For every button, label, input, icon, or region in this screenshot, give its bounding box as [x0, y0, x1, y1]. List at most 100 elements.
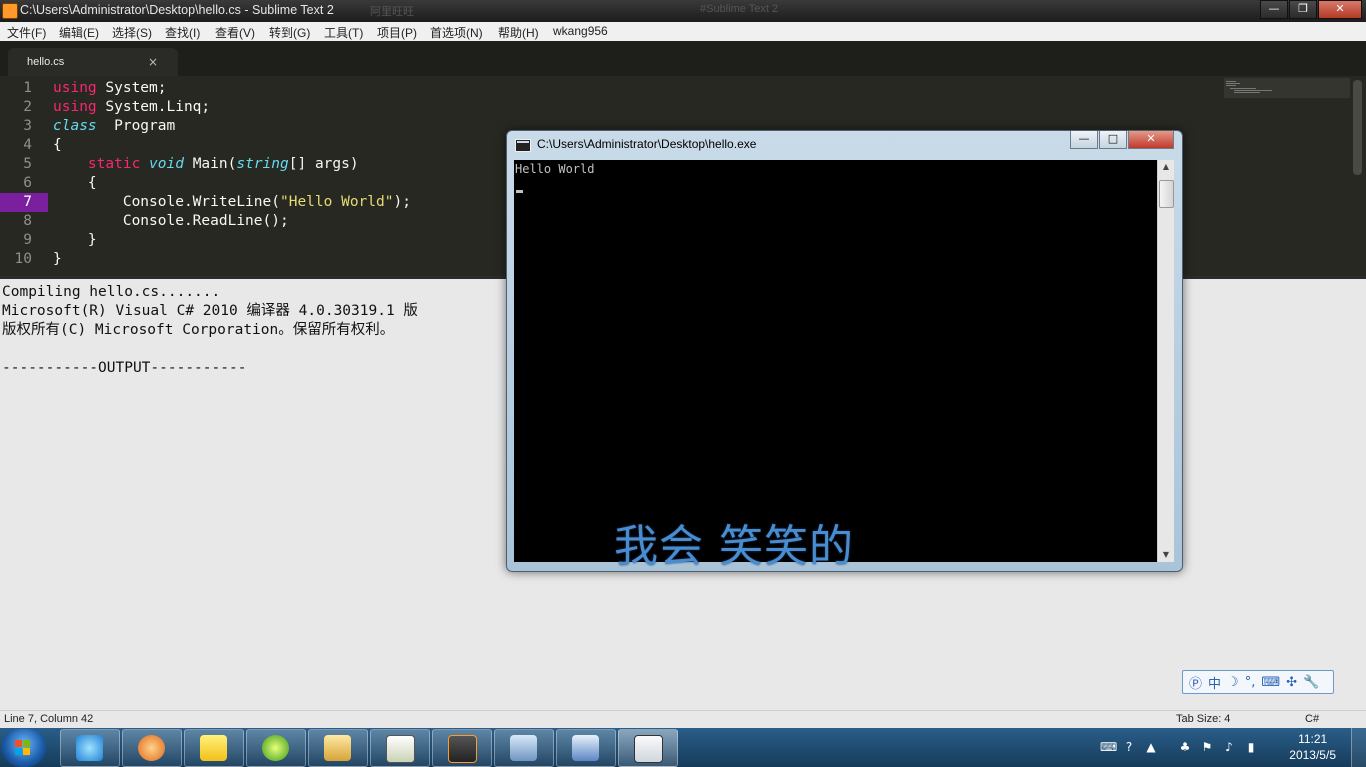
- console-maximize-button[interactable]: □: [1099, 131, 1127, 149]
- line-number: 4: [23, 137, 32, 153]
- code-line: {: [53, 137, 62, 153]
- console-cursor: [516, 190, 523, 193]
- keyboard-tray-icon[interactable]: ⌨: [1100, 740, 1117, 754]
- tab-strip: hello.cs ×: [0, 41, 1366, 76]
- menu-user[interactable]: wkang956: [553, 24, 608, 38]
- cursor-position: Line 7, Column 42: [4, 713, 94, 725]
- aliwangwang-icon: [138, 735, 165, 761]
- code-line: }: [53, 232, 97, 248]
- taskbar-ie-button[interactable]: [60, 729, 120, 767]
- background-ghost-tab: 阿里旺旺: [370, 6, 414, 18]
- output-line: Compiling hello.cs.......: [2, 284, 221, 300]
- console-output: Hello World: [515, 162, 595, 176]
- ime-keyboard-icon[interactable]: ⌨: [1261, 675, 1280, 690]
- code-line: class Program: [53, 118, 176, 134]
- console-scroll-thumb[interactable]: [1159, 180, 1174, 208]
- folder-icon: [324, 735, 351, 761]
- console-window[interactable]: C:\Users\Administrator\Desktop\hello.exe…: [506, 130, 1183, 572]
- sticky-notes-icon: [200, 735, 227, 761]
- taskbar-console-button[interactable]: [618, 729, 678, 767]
- line-number-gutter: 1 2 3 4 5 6 7 8 9 10: [0, 76, 48, 276]
- editor-scrollbar[interactable]: [1353, 80, 1362, 175]
- taskbar-explorer-button[interactable]: [308, 729, 368, 767]
- taskbar-green-app-button[interactable]: [246, 729, 306, 767]
- notepad-icon: [386, 735, 415, 763]
- internet-explorer-icon: [76, 735, 103, 761]
- clock-date: 2013/5/5: [1289, 748, 1336, 762]
- console-title: C:\Users\Administrator\Desktop\hello.exe: [537, 137, 757, 151]
- help-tray-icon[interactable]: ?: [1122, 740, 1136, 754]
- ime-settings-wrench-icon[interactable]: 🔧: [1303, 675, 1319, 690]
- ime-chinese-mode[interactable]: 中: [1208, 673, 1221, 692]
- menu-bar: 文件(F) 编辑(E) 选择(S) 查找(I) 查看(V) 转到(G) 工具(T…: [0, 22, 1366, 42]
- taskbar-remote-button[interactable]: [556, 729, 616, 767]
- code-line: Console.ReadLine();: [53, 213, 289, 229]
- window-title: C:\Users\Administrator\Desktop\hello.cs …: [20, 3, 334, 17]
- output-line: Microsoft(R) Visual C# 2010 编译器 4.0.3031…: [2, 303, 418, 319]
- menu-goto[interactable]: 转到(G): [269, 24, 310, 41]
- code-line: }: [53, 251, 62, 267]
- console-icon: [515, 139, 531, 152]
- code-line: static void Main(string[] args): [87, 156, 359, 172]
- line-number: 10: [14, 251, 32, 267]
- taskbar: ⌨ ? ▲ ♣ ⚑ ♪ ▮ 11:21 2013/5/5: [0, 728, 1366, 767]
- console-minimize-button[interactable]: —: [1070, 131, 1098, 149]
- taskbar-network-button[interactable]: [494, 729, 554, 767]
- tab-close-icon[interactable]: ×: [148, 55, 158, 69]
- console-close-button[interactable]: ✕: [1128, 131, 1174, 149]
- show-desktop-button[interactable]: [1351, 728, 1366, 767]
- line-number: 3: [23, 118, 32, 134]
- taskbar-sublime-button[interactable]: [432, 729, 492, 767]
- ime-toolbar[interactable]: Ⓟ 中 ☽ °, ⌨ ✣ 🔧: [1182, 670, 1334, 694]
- code-line: using System.Linq;: [53, 99, 211, 115]
- menu-edit[interactable]: 编辑(E): [59, 24, 99, 41]
- minimap[interactable]: [1224, 78, 1350, 98]
- console-app-icon: [634, 735, 663, 763]
- window-minimize-button[interactable]: —: [1260, 0, 1288, 19]
- line-number: 1: [23, 80, 32, 96]
- ime-punctuation-icon[interactable]: °,: [1245, 675, 1256, 690]
- menu-view[interactable]: 查看(V): [215, 24, 255, 41]
- menu-selection[interactable]: 选择(S): [112, 24, 152, 41]
- system-tray: ⌨ ? ▲ ♣ ⚑ ♪ ▮ 11:21 2013/5/5: [1086, 728, 1366, 767]
- status-bar: Line 7, Column 42 Tab Size: 4 C#: [0, 710, 1366, 729]
- volume-icon[interactable]: ♪: [1222, 740, 1236, 754]
- output-line: 版权所有(C) Microsoft Corporation。保留所有权利。: [2, 322, 395, 338]
- background-ghost-tab: #Sublime Text 2: [700, 3, 779, 15]
- window-close-button[interactable]: ✕: [1318, 0, 1362, 19]
- taskbar-sticky-notes-button[interactable]: [184, 729, 244, 767]
- tab-label: hello.cs: [27, 56, 65, 68]
- ime-halfwidth-icon[interactable]: ☽: [1227, 675, 1239, 690]
- menu-help[interactable]: 帮助(H): [498, 24, 539, 41]
- taskbar-aliwangwang-button[interactable]: [122, 729, 182, 767]
- syntax-indicator[interactable]: C#: [1305, 713, 1319, 725]
- clock-time: 11:21: [1298, 732, 1328, 746]
- qq-tray-icon[interactable]: ♣: [1178, 740, 1192, 754]
- action-center-icon[interactable]: ⚑: [1200, 740, 1214, 754]
- window-title-bar: C:\Users\Administrator\Desktop\hello.cs …: [0, 0, 1366, 22]
- window-maximize-button[interactable]: ❐: [1289, 0, 1317, 19]
- taskbar-editor-button[interactable]: [370, 729, 430, 767]
- scroll-down-arrow-icon[interactable]: ▼: [1158, 548, 1174, 562]
- line-number: 9: [23, 232, 32, 248]
- console-scrollbar[interactable]: ▲ ▼: [1157, 160, 1174, 562]
- menu-preferences[interactable]: 首选项(N): [430, 24, 483, 41]
- menu-file[interactable]: 文件(F): [7, 24, 46, 41]
- show-hidden-icons-icon[interactable]: ▲: [1144, 740, 1158, 754]
- ime-logo-icon[interactable]: Ⓟ: [1189, 673, 1202, 692]
- menu-tools[interactable]: 工具(T): [324, 24, 363, 41]
- menu-project[interactable]: 项目(P): [377, 24, 417, 41]
- tab-size-indicator[interactable]: Tab Size: 4: [1176, 713, 1230, 725]
- ime-tools-icon[interactable]: ✣: [1286, 675, 1297, 690]
- sublime-text-icon: [448, 735, 477, 763]
- start-button[interactable]: [2, 729, 46, 767]
- line-number: 8: [23, 213, 32, 229]
- console-screen[interactable]: Hello World ▲ ▼: [514, 160, 1174, 562]
- network-signal-icon[interactable]: ▮: [1244, 740, 1258, 754]
- scroll-up-arrow-icon[interactable]: ▲: [1158, 160, 1174, 174]
- output-line: -----------OUTPUT-----------: [2, 360, 247, 376]
- tab-hello-cs[interactable]: hello.cs ×: [8, 48, 178, 76]
- windows-flag-icon: [15, 740, 31, 755]
- tray-clock[interactable]: 11:21 2013/5/5: [1289, 731, 1336, 763]
- menu-find[interactable]: 查找(I): [165, 24, 200, 41]
